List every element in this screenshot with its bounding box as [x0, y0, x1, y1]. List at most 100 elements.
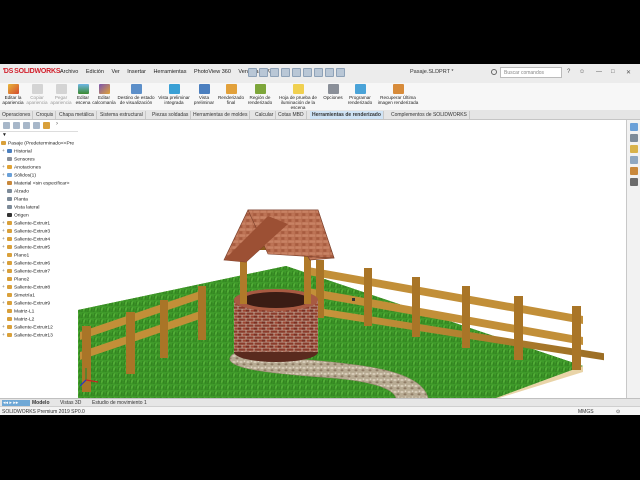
select-icon[interactable]: [314, 68, 323, 77]
rebuild-icon[interactable]: [325, 68, 334, 77]
new-file-icon[interactable]: [259, 68, 268, 77]
tab-piezas-soldadas[interactable]: Piezas soldadas: [150, 111, 192, 119]
chevron-right-icon[interactable]: ›: [56, 121, 63, 128]
render-region-icon: [254, 84, 266, 94]
tree-item[interactable]: + Saliente-Extruir13: [2, 333, 53, 338]
dimxpert-icon[interactable]: [33, 122, 40, 129]
edit-decal-button[interactable]: Editar calcomanía: [92, 84, 116, 105]
tree-item[interactable]: Planta: [2, 197, 28, 202]
tab-sistema-estructural[interactable]: Sistema estructural: [98, 111, 146, 119]
ribbon-label: imagen renderizada: [377, 100, 419, 105]
feature-icon: [7, 301, 12, 305]
tree-item[interactable]: + Saliente-Extruir8: [2, 285, 50, 290]
menu-edicion[interactable]: Edición: [86, 69, 104, 75]
file-explorer-icon[interactable]: [630, 145, 638, 153]
options-button[interactable]: Opciones: [323, 84, 343, 100]
view-palette-icon[interactable]: [630, 156, 638, 164]
command-manager-ribbon: Editar la apariencia Copiar apariencia P…: [0, 83, 640, 111]
solidworks-resources-icon[interactable]: [630, 123, 638, 131]
tree-item[interactable]: Simetría1: [2, 293, 35, 298]
tree-item[interactable]: Plano2: [2, 277, 29, 282]
configuration-manager-icon[interactable]: [23, 122, 30, 129]
tree-item[interactable]: + Saliente-Extruir3: [2, 229, 50, 234]
menu-photoview[interactable]: PhotoView 360: [194, 69, 231, 75]
tree-item[interactable]: Alzado: [2, 189, 29, 194]
open-file-icon[interactable]: [270, 68, 279, 77]
tab-complementos[interactable]: Complementos de SOLIDWORKS: [389, 111, 470, 119]
tree-item[interactable]: + Anotaciones: [2, 165, 41, 170]
tab-herramientas-renderizado[interactable]: Herramientas de renderizado: [310, 111, 384, 119]
scene-icon: [77, 84, 89, 94]
status-info-icon[interactable]: ⊙: [616, 409, 620, 415]
feature-manager-icon[interactable]: [3, 122, 10, 129]
scene-illumination-proof-sheet-button[interactable]: Hoja de prueba de iluminación de la esce…: [274, 84, 322, 110]
tab-operaciones[interactable]: Operaciones: [0, 111, 34, 119]
appearances-scenes-icon[interactable]: [630, 167, 638, 175]
filter-icon[interactable]: ▼: [2, 133, 7, 138]
tree-item[interactable]: + Historial: [2, 149, 32, 154]
search-commands-input[interactable]: Buscar comandos: [500, 67, 562, 78]
graphics-area[interactable]: [78, 120, 626, 398]
tree-item[interactable]: + Saliente-Extruir12: [2, 325, 53, 330]
render-region-button[interactable]: Región de renderizado: [246, 84, 274, 105]
tree-item[interactable]: Sensores: [2, 157, 35, 162]
tree-item[interactable]: + Saliente-Extruir5: [2, 245, 50, 250]
menu-herramientas[interactable]: Herramientas: [153, 69, 186, 75]
feature-icon: [7, 325, 12, 329]
display-state-target-button[interactable]: Destino de estado de visualización: [117, 84, 155, 105]
property-manager-icon[interactable]: [13, 122, 20, 129]
tree-item[interactable]: Material <sin especificar>: [2, 181, 69, 186]
tab-herramientas-moldes[interactable]: Herramientas de moldes: [191, 111, 251, 119]
tree-item[interactable]: Origen: [2, 213, 29, 218]
close-icon[interactable]: ✕: [626, 69, 631, 76]
tab-cotas-mbd[interactable]: Cotas MBD: [276, 111, 307, 119]
options-icon[interactable]: [336, 68, 345, 77]
tree-item[interactable]: Vista lateral: [2, 205, 39, 210]
custom-properties-icon[interactable]: [630, 178, 638, 186]
maximize-icon[interactable]: □: [611, 69, 615, 75]
tree-item[interactable]: + Saliente-Extruir9: [2, 301, 50, 306]
tree-item[interactable]: + Saliente-Extruir4: [2, 237, 50, 242]
feature-icon: [7, 205, 12, 209]
display-manager-icon[interactable]: [43, 122, 50, 129]
tree-root[interactable]: Pasaje (Predeterminado<<Pre: [1, 141, 74, 146]
final-render-button[interactable]: Renderizado final: [217, 84, 245, 105]
print-icon[interactable]: [292, 68, 301, 77]
tree-item[interactable]: Matriz-L1: [2, 309, 34, 314]
paste-appearance-button[interactable]: Pegar apariencia: [50, 84, 72, 105]
edit-appearance-button[interactable]: Editar la apariencia: [2, 84, 24, 105]
undo-icon[interactable]: [303, 68, 312, 77]
tab-chapa-metalica[interactable]: Chapa metálica: [57, 111, 97, 119]
schedule-render-button[interactable]: Programar renderizado: [344, 84, 376, 105]
tree-item[interactable]: + Sólidos(1): [2, 173, 36, 178]
tree-item-label: Historial: [14, 149, 32, 155]
user-icon[interactable]: ☺: [579, 69, 585, 75]
status-units[interactable]: MMGS: [578, 409, 594, 415]
edit-scene-button[interactable]: Editar escena: [74, 84, 92, 105]
tree-item[interactable]: + Saliente-Extruir7: [2, 269, 50, 274]
tree-item-label: Matriz-L1: [14, 309, 35, 315]
tree-item[interactable]: Plano1: [2, 253, 29, 258]
save-icon[interactable]: [281, 68, 290, 77]
minimize-icon[interactable]: —: [596, 69, 602, 75]
preview-window-button[interactable]: Vista preliminar: [193, 84, 215, 105]
tab-croquis[interactable]: Croquis: [34, 111, 57, 119]
recall-last-rendered-image-button[interactable]: Recuperar Última imagen renderizada: [377, 84, 419, 105]
integrated-preview-button[interactable]: Vista preliminar integrada: [157, 84, 191, 105]
feature-icon: [7, 165, 12, 169]
tree-item[interactable]: + Saliente-Extruir1: [2, 221, 50, 226]
search-icon[interactable]: [491, 69, 497, 75]
tree-item[interactable]: Matriz-L2: [2, 317, 34, 322]
solidworks-logo[interactable]: ƊSSOLIDWORKS: [3, 68, 61, 75]
ribbon-label: apariencia: [50, 100, 72, 105]
copy-appearance-button[interactable]: Copiar apariencia: [26, 84, 48, 105]
tree-item[interactable]: + Saliente-Extruir6: [2, 261, 50, 266]
tab-calcular[interactable]: Calcular: [253, 111, 277, 119]
home-icon[interactable]: [248, 68, 257, 77]
help-icon[interactable]: ?: [567, 69, 570, 75]
design-library-icon[interactable]: [630, 134, 638, 142]
menu-archivo[interactable]: Archivo: [60, 69, 78, 75]
menu-insertar[interactable]: Insertar: [127, 69, 146, 75]
menu-ver[interactable]: Ver: [111, 69, 119, 75]
feature-icon: [7, 269, 12, 273]
